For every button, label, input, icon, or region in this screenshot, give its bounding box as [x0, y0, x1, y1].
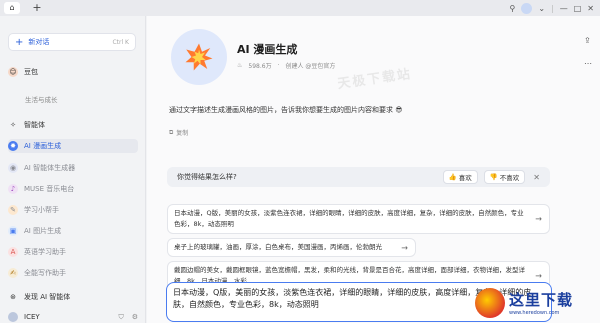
sidebar-item-writing[interactable]: ✍ 全能写作助手	[8, 266, 138, 280]
pin-icon[interactable]: ⚲	[509, 4, 515, 13]
sidebar-item-muse[interactable]: ♪ MUSE 音乐电台	[8, 182, 138, 196]
suggestion-text: 日本动漫，Q版，美丽的女孩，淡紫色连衣裙，详细的眼睛，详细的皮肤，高度详细，复杂…	[174, 209, 524, 228]
pen-icon: ✍	[8, 268, 18, 278]
user-footer: ICEY ⛉ ⚙	[8, 311, 138, 323]
gear-icon[interactable]: ⚙	[132, 313, 138, 322]
comic-burst-icon	[185, 43, 213, 71]
fire-icon: ♨	[237, 62, 243, 69]
right-toolbar: ⇪ ⋯	[584, 36, 592, 68]
sidebar-item-label: AI 图片生成	[24, 227, 62, 235]
close-button[interactable]: ✕	[587, 4, 594, 13]
sidebar-item-ai-comic[interactable]: ✸ AI 漫画生成	[8, 139, 138, 153]
bot-creator[interactable]: 创建人 @豆包官方	[286, 61, 336, 70]
shield-icon[interactable]: ⛉	[118, 313, 123, 322]
study-icon: ✎	[8, 205, 18, 215]
logo-sub-text: www.heredown.com	[509, 310, 560, 316]
sidebar-item-label: 学习小帮手	[24, 206, 59, 214]
chat-main: AI 漫画生成 ♨ 598.6万 · 创建人 @豆包官方 天极下载站 ⇪ ⋯ 通…	[147, 16, 600, 323]
music-icon: ♪	[8, 184, 18, 194]
bot-title: AI 漫画生成	[237, 43, 298, 56]
discover-agents[interactable]: ⊛ 发现 AI 智能体	[8, 290, 138, 304]
new-chat-button[interactable]: + 新对话 Ctrl K	[8, 33, 136, 51]
new-chat-label: 新对话	[28, 38, 50, 46]
image-icon: ▣	[8, 226, 18, 236]
dislike-button[interactable]: 👎 不喜欢	[483, 170, 526, 184]
dot-separator: ·	[277, 62, 280, 69]
chevron-down-icon[interactable]: ⌄	[538, 4, 545, 13]
sidebar-item-doubao[interactable]: ☺ 豆包	[8, 65, 138, 79]
sidebar-item-label: 豆包	[24, 68, 38, 76]
bot-description: 通过文字描述生成漫画风格的图片，告诉我你想要生成的图片内容和要求 😎	[169, 106, 403, 114]
sidebar-item-study[interactable]: ✎ 学习小帮手	[8, 203, 138, 217]
more-icon[interactable]: ⋯	[584, 59, 592, 68]
logo-icon	[475, 287, 505, 318]
sidebar: + 新对话 Ctrl K ☺ 豆包 生活与成长 ✧ 智能体 ✸ AI 漫画生成 …	[0, 16, 146, 323]
bot-meta: ♨ 598.6万 · 创建人 @豆包官方	[237, 61, 335, 70]
thumbs-up-icon: 👍	[448, 173, 457, 181]
sparkle-icon: ✧	[10, 121, 16, 129]
home-icon[interactable]: ⌂	[4, 2, 20, 14]
copy-icon: ⧉	[169, 128, 174, 136]
window-controls: ⚲ ⌄ | — □ ✕	[509, 0, 600, 16]
sidebar-item-life[interactable]: 生活与成长	[25, 92, 155, 106]
share-icon[interactable]: ⇪	[584, 36, 592, 45]
doubao-avatar-icon: ☺	[8, 67, 18, 77]
sidebar-item-label: 英语学习助手	[24, 248, 66, 256]
like-button[interactable]: 👍 喜欢	[442, 170, 478, 184]
copy-button[interactable]: ⧉ 复制	[169, 128, 189, 138]
watermark-text: 天极下载站	[336, 66, 413, 93]
feedback-bar: 你觉得结果怎么样? 👍 喜欢 👎 不喜欢 ✕	[167, 167, 550, 187]
suggestion-item[interactable]: 日本动漫，Q版，美丽的女孩，淡紫色连衣裙，详细的眼睛，详细的皮肤，高度详细，复杂…	[167, 204, 550, 234]
thumbs-down-icon: 👎	[489, 173, 498, 181]
comic-icon: ✸	[8, 141, 18, 151]
sidebar-item-label: AI 智能体生成器	[24, 164, 76, 172]
compass-icon: ⊛	[10, 293, 16, 301]
feedback-question: 你觉得结果怎么样?	[177, 173, 237, 181]
arrow-right-icon: →	[401, 243, 408, 252]
arrow-right-icon: →	[535, 214, 542, 224]
sidebar-item-label: AI 漫画生成	[24, 142, 62, 150]
section-agents[interactable]: ✧ 智能体	[8, 118, 138, 132]
suggestion-text: 桌子上的玻璃罐，油画，厚涂，白色桌布，美国漫画，丙烯画，伦勃朗光	[174, 243, 382, 251]
sidebar-item-ai-image[interactable]: ▣ AI 图片生成	[8, 224, 138, 238]
sidebar-item-label: 全能写作助手	[24, 269, 66, 277]
title-bar: ⌂ + ⚲ ⌄ | — □ ✕	[0, 0, 600, 16]
logo-main-text: 这里下载	[509, 291, 574, 309]
maximize-button[interactable]: □	[574, 4, 582, 13]
bot-avatar	[171, 29, 227, 85]
english-icon: A	[8, 247, 18, 257]
robot-icon: ◉	[8, 163, 18, 173]
sidebar-item-english[interactable]: A 英语学习助手	[8, 245, 138, 259]
like-label: 喜欢	[458, 174, 472, 182]
divider: |	[551, 3, 554, 13]
sidebar-item-label: MUSE 音乐电台	[24, 185, 75, 193]
discover-label: 发现 AI 智能体	[24, 293, 71, 301]
suggestion-item[interactable]: 桌子上的玻璃罐，油画，厚涂，白色桌布，美国漫画，丙烯画，伦勃朗光 →	[167, 238, 416, 257]
bot-stats: 598.6万	[248, 63, 272, 70]
new-chat-shortcut: Ctrl K	[112, 38, 129, 46]
plus-icon: +	[15, 36, 24, 48]
site-logo-watermark: 这里下载 www.heredown.com	[475, 282, 600, 323]
dislike-label: 不喜欢	[499, 174, 520, 182]
arrow-right-icon: →	[535, 271, 542, 281]
avatar[interactable]	[8, 312, 18, 322]
sidebar-item-label: 生活与成长	[25, 96, 58, 104]
section-label: 智能体	[24, 121, 45, 129]
close-icon[interactable]: ✕	[533, 173, 540, 182]
new-tab-button[interactable]: +	[30, 1, 44, 15]
account-avatar[interactable]	[521, 2, 533, 14]
sidebar-item-agent-builder[interactable]: ◉ AI 智能体生成器	[8, 161, 138, 175]
minimize-button[interactable]: —	[560, 4, 568, 13]
copy-label: 复制	[176, 130, 189, 137]
user-name[interactable]: ICEY	[24, 313, 40, 321]
